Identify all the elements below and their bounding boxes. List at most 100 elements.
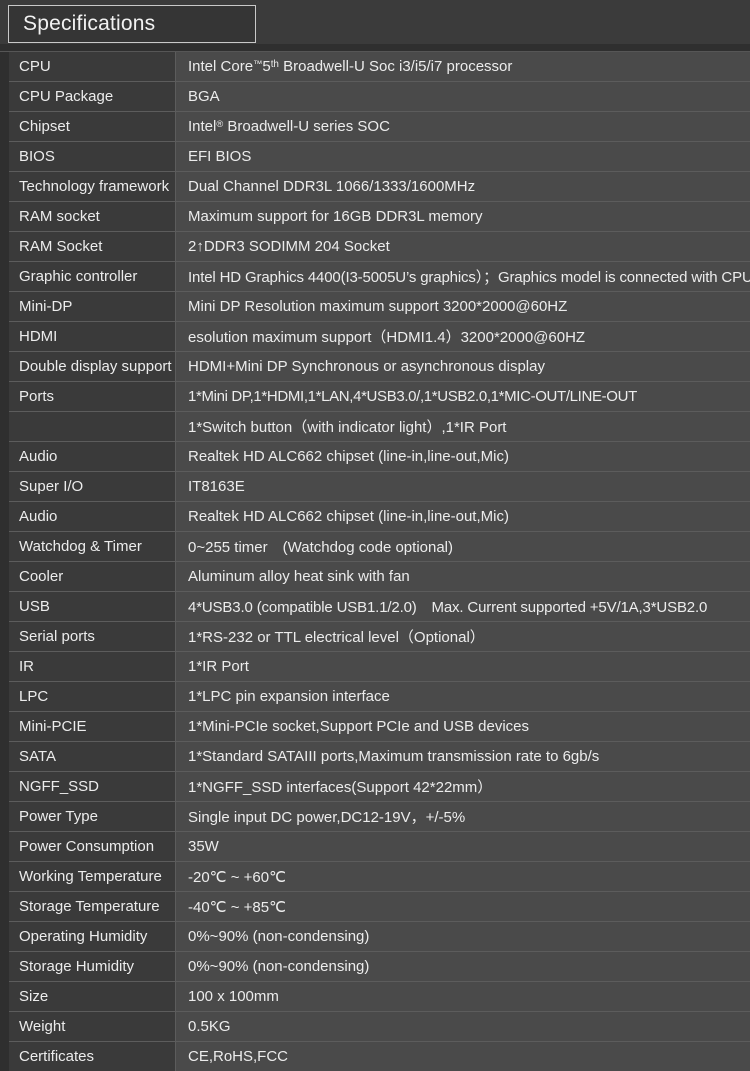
spec-label-cell: Double display support — [5, 352, 176, 382]
spec-label-cell: Mini-DP — [5, 292, 176, 322]
spec-value-cell: 2↑DDR3 SODIMM 204 Socket — [176, 232, 750, 262]
spec-label-cell: Certificates — [5, 1042, 176, 1071]
spec-value-cell: 1*Mini-PCIe socket,Support PCIe and USB … — [176, 712, 750, 742]
table-row: IR1*IR Port — [5, 652, 750, 682]
spec-value-cell: -40℃ ~ +85℃ — [176, 892, 750, 922]
table-row: ChipsetIntel® Broadwell-U series SOC — [5, 112, 750, 142]
spec-value-cell: Maximum support for 16GB DDR3L memory — [176, 202, 750, 232]
table-row: RAM Socket2↑DDR3 SODIMM 204 Socket — [5, 232, 750, 262]
spec-label-cell: CPU Package — [5, 82, 176, 112]
table-row: Storage Humidity0%~90% (non-condensing) — [5, 952, 750, 982]
table-row: Working Temperature-20℃ ~ +60℃ — [5, 862, 750, 892]
spec-value-cell: IT8163E — [176, 472, 750, 502]
spec-label-cell: Power Consumption — [5, 832, 176, 862]
spec-label-cell: Size — [5, 982, 176, 1012]
spec-value-cell: esolution maximum support（HDMI1.4）3200*2… — [176, 322, 750, 352]
spec-value-cell: Mini DP Resolution maximum support 3200*… — [176, 292, 750, 322]
spec-label-cell: USB — [5, 592, 176, 622]
spec-label-cell: Operating Humidity — [5, 922, 176, 952]
spec-value-cell: 1*Mini DP,1*HDMI,1*LAN,4*USB3.0/,1*USB2.… — [176, 382, 750, 412]
spec-value-cell: 0.5KG — [176, 1012, 750, 1042]
spec-label-cell: BIOS — [5, 142, 176, 172]
table-row: NGFF_SSD1*NGFF_SSD interfaces(Support 42… — [5, 772, 750, 802]
spec-label-cell: Working Temperature — [5, 862, 176, 892]
table-row: Mini-DPMini DP Resolution maximum suppor… — [5, 292, 750, 322]
spec-label-cell: Ports — [5, 382, 176, 412]
page-title: Specifications — [23, 11, 241, 36]
spec-value-cell: 4*USB3.0 (compatible USB1.1/2.0) Max. Cu… — [176, 592, 750, 622]
spec-value-cell: Single input DC power,DC12-19V，+/-5% — [176, 802, 750, 832]
spec-label-cell: NGFF_SSD — [5, 772, 176, 802]
table-row: Watchdog & Timer0~255 timer (Watchdog co… — [5, 532, 750, 562]
spec-label-cell: Technology framework — [5, 172, 176, 202]
specifications-table-body: CPUIntel Core™5th Broadwell-U Soc i3/i5/… — [5, 52, 750, 1071]
table-row: Operating Humidity0%~90% (non-condensing… — [5, 922, 750, 952]
table-row: CertificatesCE,RoHS,FCC — [5, 1042, 750, 1071]
spec-value-cell: 1*LPC pin expansion interface — [176, 682, 750, 712]
spec-value-cell: Realtek HD ALC662 chipset (line-in,line-… — [176, 442, 750, 472]
spec-label-cell: Audio — [5, 502, 176, 532]
table-row: Storage Temperature-40℃ ~ +85℃ — [5, 892, 750, 922]
table-row: Super I/OIT8163E — [5, 472, 750, 502]
spec-label-cell: Audio — [5, 442, 176, 472]
table-row: Power TypeSingle input DC power,DC12-19V… — [5, 802, 750, 832]
spec-value-cell: 0%~90% (non-condensing) — [176, 952, 750, 982]
spec-value-cell: 0~255 timer (Watchdog code optional) — [176, 532, 750, 562]
spec-label-cell: Graphic controller — [5, 262, 176, 292]
table-row: Mini-PCIE1*Mini-PCIe socket,Support PCIe… — [5, 712, 750, 742]
header-bar: Specifications — [0, 0, 750, 44]
spec-value-cell: EFI BIOS — [176, 142, 750, 172]
spec-value-cell: 35W — [176, 832, 750, 862]
table-row: Weight0.5KG — [5, 1012, 750, 1042]
spec-label-cell: Chipset — [5, 112, 176, 142]
table-row: AudioRealtek HD ALC662 chipset (line-in,… — [5, 502, 750, 532]
spec-label-cell — [5, 412, 176, 442]
table-row: Ports1*Mini DP,1*HDMI,1*LAN,4*USB3.0/,1*… — [5, 382, 750, 412]
table-row: 1*Switch button（with indicator light）,1*… — [5, 412, 750, 442]
header-divider — [0, 44, 750, 52]
table-row: RAM socketMaximum support for 16GB DDR3L… — [5, 202, 750, 232]
table-row: CPUIntel Core™5th Broadwell-U Soc i3/i5/… — [5, 52, 750, 82]
spec-label-cell: Serial ports — [5, 622, 176, 652]
spec-value-cell: 1*RS-232 or TTL electrical level（Optiona… — [176, 622, 750, 652]
table-row: Power Consumption35W — [5, 832, 750, 862]
table-row: Technology frameworkDual Channel DDR3L 1… — [5, 172, 750, 202]
spec-value-cell: -20℃ ~ +60℃ — [176, 862, 750, 892]
table-row: CPU PackageBGA — [5, 82, 750, 112]
table-row: HDMIesolution maximum support（HDMI1.4）32… — [5, 322, 750, 352]
spec-value-cell: CE,RoHS,FCC — [176, 1042, 750, 1071]
spec-value-cell: 100 x 100mm — [176, 982, 750, 1012]
spec-value-cell: 1*Switch button（with indicator light）,1*… — [176, 412, 750, 442]
spec-label-cell: IR — [5, 652, 176, 682]
spec-value-cell: Intel HD Graphics 4400(I3-5005U’s graphi… — [176, 262, 750, 292]
spec-label-cell: Mini-PCIE — [5, 712, 176, 742]
spec-label-cell: Storage Temperature — [5, 892, 176, 922]
spec-value-cell: Dual Channel DDR3L 1066/1333/1600MHz — [176, 172, 750, 202]
spec-label-cell: Storage Humidity — [5, 952, 176, 982]
table-row: BIOSEFI BIOS — [5, 142, 750, 172]
table-row: Serial ports1*RS-232 or TTL electrical l… — [5, 622, 750, 652]
table-row: USB4*USB3.0 (compatible USB1.1/2.0) Max.… — [5, 592, 750, 622]
table-row: SATA1*Standard SATAIII ports,Maximum tra… — [5, 742, 750, 772]
spec-value-cell: BGA — [176, 82, 750, 112]
spec-label-cell: Power Type — [5, 802, 176, 832]
spec-label-cell: RAM Socket — [5, 232, 176, 262]
table-row: AudioRealtek HD ALC662 chipset (line-in,… — [5, 442, 750, 472]
spec-label-cell: Weight — [5, 1012, 176, 1042]
spec-value-cell: Intel® Broadwell-U series SOC — [176, 112, 750, 142]
table-row: LPC1*LPC pin expansion interface — [5, 682, 750, 712]
specifications-table: CPUIntel Core™5th Broadwell-U Soc i3/i5/… — [0, 52, 750, 1071]
table-row: Double display supportHDMI+Mini DP Synch… — [5, 352, 750, 382]
spec-label-cell: Super I/O — [5, 472, 176, 502]
table-row: Graphic controllerIntel HD Graphics 4400… — [5, 262, 750, 292]
specifications-page: Specifications CPUIntel Core™5th Broadwe… — [0, 0, 750, 1053]
spec-value-cell: 1*NGFF_SSD interfaces(Support 42*22mm） — [176, 772, 750, 802]
spec-label-cell: HDMI — [5, 322, 176, 352]
spec-value-cell: 0%~90% (non-condensing) — [176, 922, 750, 952]
spec-value-cell: Aluminum alloy heat sink with fan — [176, 562, 750, 592]
table-row: Size100 x 100mm — [5, 982, 750, 1012]
spec-label-cell: LPC — [5, 682, 176, 712]
spec-label-cell: CPU — [5, 52, 176, 82]
spec-value-cell: 1*IR Port — [176, 652, 750, 682]
spec-value-cell: Intel Core™5th Broadwell-U Soc i3/i5/i7 … — [176, 52, 750, 82]
